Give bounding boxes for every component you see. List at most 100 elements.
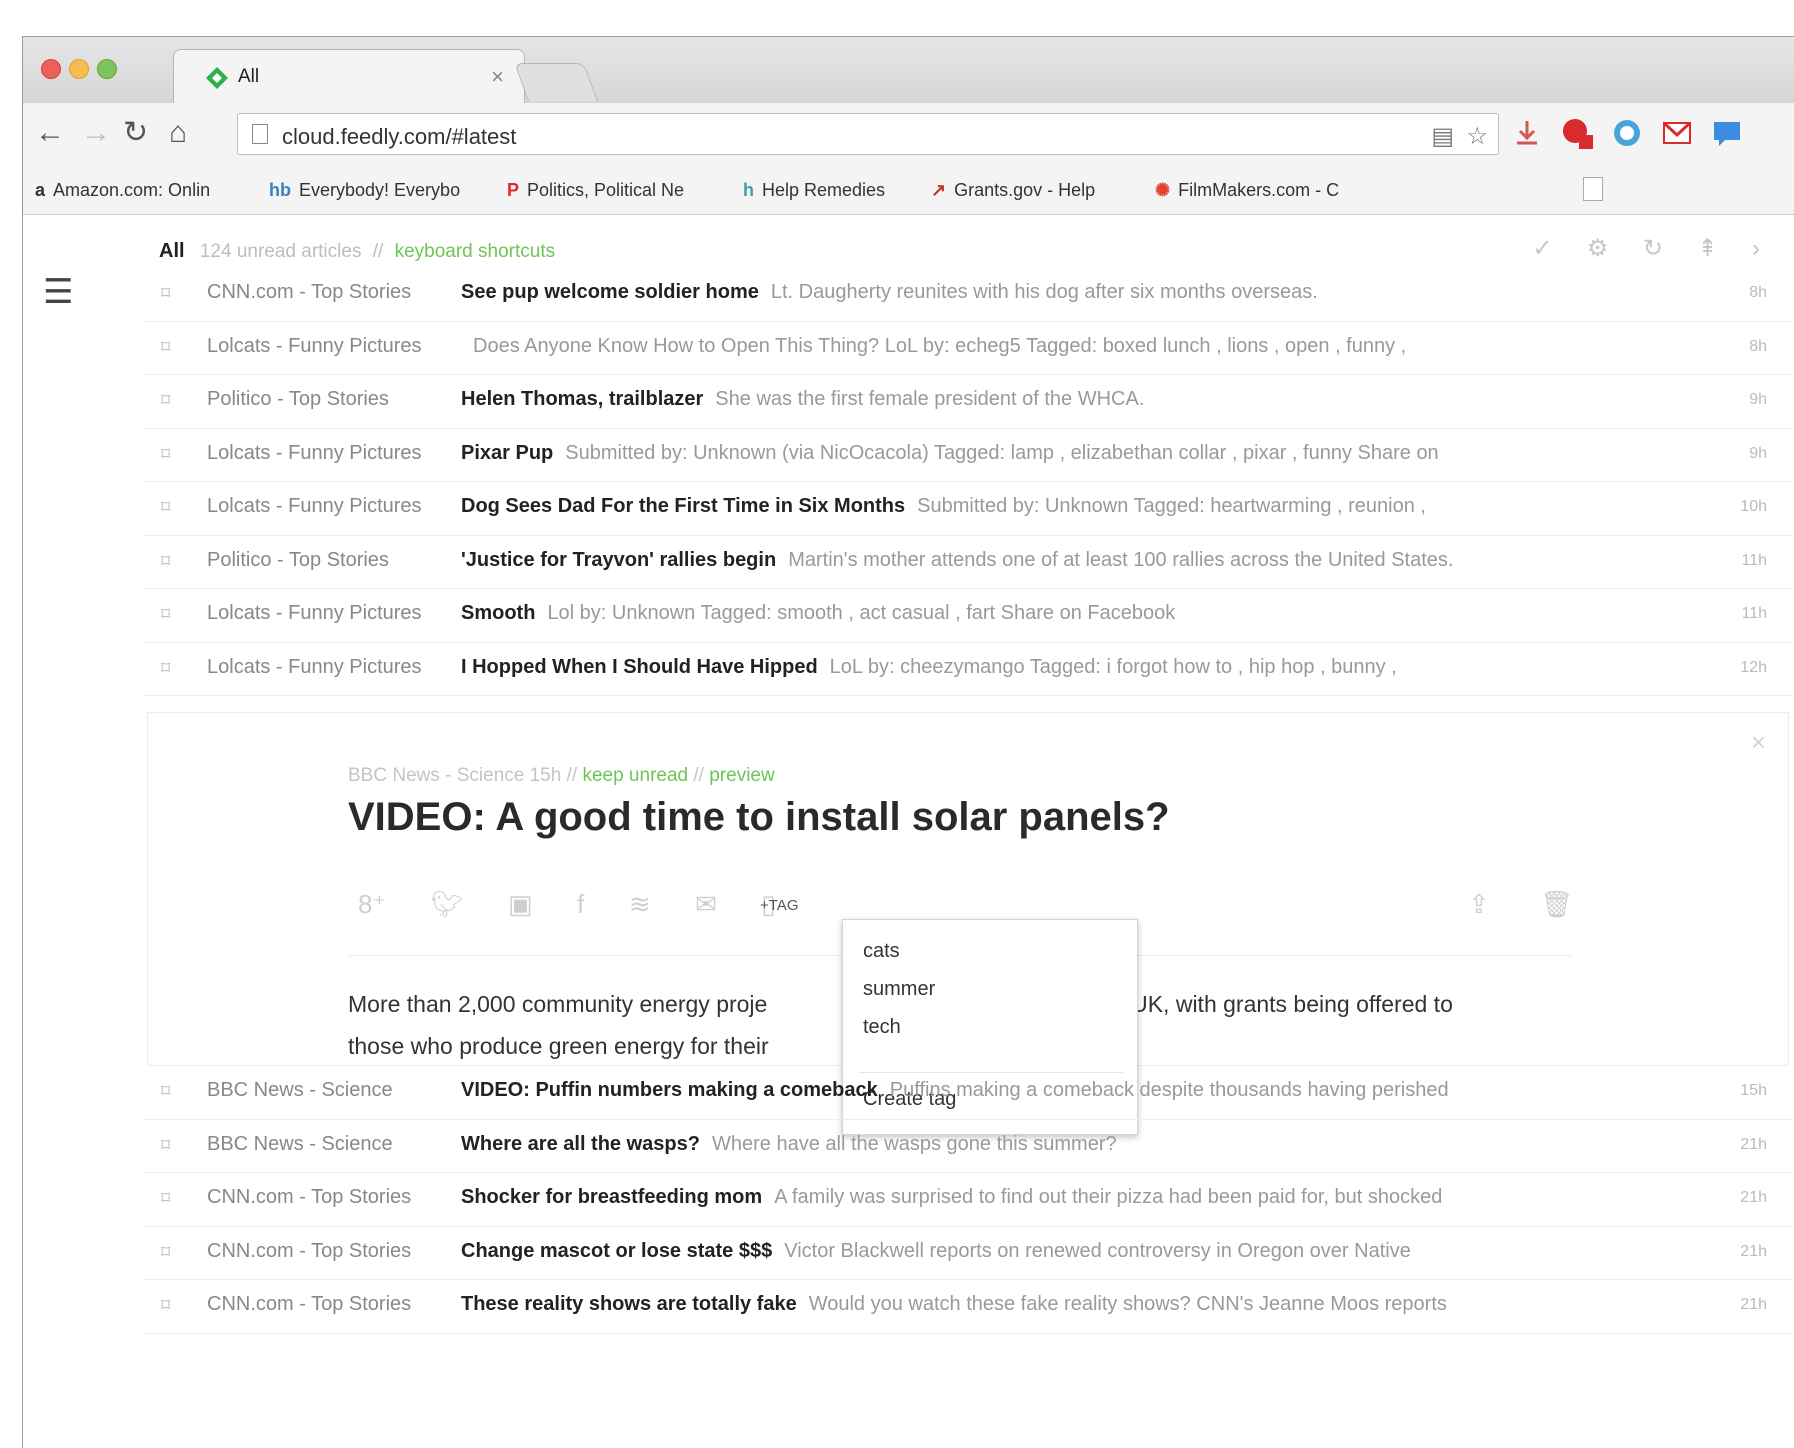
bookmark-icon[interactable]: ⌑ [161, 283, 170, 304]
article-source: Lolcats - Funny Pictures [207, 602, 422, 624]
article-list-bottom: ⌑ BBC News - Science VIDEO: Puffin numbers… [143, 1066, 1793, 1334]
mark-read-icon[interactable]: ✓ [1532, 234, 1552, 263]
article-snippet: She was the first female president of th… [715, 388, 1145, 410]
keyboard-shortcuts-link[interactable]: keyboard shortcuts [395, 241, 556, 262]
forward-arrow-icon[interactable]: → [81, 113, 111, 153]
tag-option[interactable]: tech [863, 1016, 901, 1039]
facebook-icon[interactable]: f [577, 889, 584, 920]
article-summary: Change mascot or lose state $$$ Victor Bl… [461, 1240, 1671, 1263]
article-row[interactable]: ⌑ Lolcats - Funny Pictures Smooth Lol by: U… [143, 589, 1793, 643]
bookmark-icon[interactable]: ⌑ [161, 1188, 170, 1209]
article-summary: VIDEO: Puffin numbers making a comeback P… [461, 1079, 1671, 1102]
article-snippet: Martin's mother attends one of at least … [788, 548, 1454, 571]
feed-header: All 124 unread articles // keyboard shor… [159, 240, 555, 263]
home-icon[interactable]: ⌂ [169, 113, 187, 153]
bookmark-icon[interactable]: ⌑ [161, 604, 170, 625]
compass-extension-icon[interactable] [1611, 117, 1643, 149]
close-article-icon[interactable]: × [1751, 727, 1766, 758]
settings-icon[interactable]: ⚙ [1587, 234, 1609, 263]
refresh-icon[interactable]: ↻ [1643, 234, 1663, 263]
tag-option[interactable]: summer [863, 978, 935, 1001]
article-actions: ⇪ 🗑︎ [1468, 889, 1619, 920]
linkedin-icon[interactable]: ▣ [508, 889, 533, 920]
politico-icon: P [507, 180, 520, 200]
bookmark-item[interactable]: a Amazon.com: Onlin [35, 180, 210, 201]
menu-icon[interactable]: ☰ [43, 272, 73, 312]
buffer-icon[interactable]: ≋ [629, 889, 651, 920]
article-row[interactable]: ⌑ Lolcats - Funny Pictures I Hopped When I… [143, 643, 1793, 696]
back-arrow-icon[interactable]: ← [35, 113, 65, 153]
bookmark-item[interactable]: h Help Remedies [743, 180, 885, 201]
bookmark-icon[interactable]: ⌑ [161, 337, 170, 358]
chat-extension-icon[interactable] [1711, 117, 1743, 149]
article-title: Pixar Pup [461, 441, 554, 464]
reload-icon[interactable]: ↻ [123, 113, 148, 153]
article-row[interactable]: ⌑ BBC News - Science VIDEO: Puffin numbers… [143, 1066, 1793, 1120]
article-age: 11h [1741, 551, 1767, 569]
bookmark-icon[interactable]: ⌑ [161, 1242, 170, 1263]
article-source: CNN.com - Top Stories [207, 1186, 412, 1208]
page-action-icon[interactable]: ▤ [1431, 122, 1454, 151]
article-row[interactable]: ⌑ CNN.com - Top Stories Change mascot or l… [143, 1227, 1793, 1280]
bookmark-item[interactable]: ✺ FilmMakers.com - C [1155, 180, 1339, 201]
article-age: 21h [1740, 1135, 1767, 1153]
next-icon[interactable]: › [1752, 235, 1760, 263]
zoom-window-button[interactable] [97, 59, 117, 79]
share-icon[interactable]: ⇪ [1468, 889, 1490, 920]
bookmark-icon[interactable]: ⌑ [161, 658, 170, 679]
article-row[interactable]: ⌑ CNN.com - Top Stories These reality show… [143, 1280, 1793, 1334]
article-snippet: Does Anyone Know How to Open This Thing?… [473, 334, 1407, 357]
article-row[interactable]: ⌑ CNN.com - Top Stories Shocker for breast… [143, 1173, 1793, 1227]
article-row[interactable]: ⌑ Lolcats - Funny Pictures Dog Sees Dad Fo… [143, 482, 1793, 536]
article-title: Helen Thomas, trailblazer [461, 388, 704, 410]
article-title: 'Justice for Trayvon' rallies begin [461, 548, 777, 571]
trash-icon[interactable]: 🗑︎ [1540, 889, 1573, 920]
bookmark-item[interactable]: ↗ Grants.gov - Help [931, 180, 1095, 201]
article-title: VIDEO: Puffin numbers making a comeback [461, 1079, 878, 1101]
browser-toolbar: ← → ↻ ⌂ cloud.feedly.com/#latest ▤ ☆ [23, 103, 1794, 165]
bookmark-icon[interactable]: ⌑ [161, 444, 170, 465]
new-tab-button[interactable] [514, 63, 598, 101]
article-row[interactable]: ⌑ Lolcats - Funny Pictures Pixar Pup Submit… [143, 429, 1793, 482]
extension-badge-icon[interactable] [1561, 117, 1593, 149]
bookmark-item[interactable]: hb Everybody! Everybo [269, 180, 460, 201]
bookmark-icon[interactable]: ⌑ [161, 1081, 170, 1102]
bookmark-icon[interactable]: ⌑ [161, 1135, 170, 1156]
article-row[interactable]: ⌑ BBC News - Science Where are all the was… [143, 1120, 1793, 1173]
article-row[interactable]: ⌑ Politico - Top Stories 'Justice for Tray… [143, 536, 1793, 589]
bookmark-icon[interactable]: ⌑ [161, 1295, 170, 1316]
article-row[interactable]: ⌑ CNN.com - Top Stories See pup welcome so… [143, 268, 1793, 322]
browser-tab[interactable]: All × [173, 49, 525, 103]
unread-count: 124 unread articles [199, 241, 362, 262]
article-row[interactable]: ⌑ Politico - Top Stories Helen Thomas, tra… [143, 375, 1793, 429]
star-icon[interactable]: ☆ [1466, 122, 1488, 151]
preview-link[interactable]: preview [709, 765, 774, 786]
keep-unread-link[interactable]: keep unread [582, 765, 688, 786]
twitter-icon[interactable]: 🐦︎ [431, 889, 464, 920]
article-row[interactable]: ⌑ Lolcats - Funny Pictures Does Anyone Kno… [143, 322, 1793, 375]
close-window-button[interactable] [41, 59, 61, 79]
minimize-window-button[interactable] [69, 59, 89, 79]
article-title: Where are all the wasps? [461, 1132, 700, 1155]
tab-title: All [238, 66, 260, 87]
tab-close-icon[interactable]: × [491, 64, 504, 90]
tag-option[interactable]: cats [863, 940, 900, 963]
gmail-extension-icon[interactable] [1661, 117, 1693, 149]
article-title: Smooth [461, 602, 536, 624]
google-plus-icon[interactable]: 8⁺ [358, 889, 386, 920]
article-snippet: Lol by: Unknown Tagged: smooth , act cas… [547, 602, 1176, 624]
other-bookmarks-icon[interactable] [1583, 177, 1603, 201]
bookmark-item[interactable]: P Politics, Political Ne [507, 180, 684, 201]
add-tag-button[interactable]: +TAG [760, 897, 798, 914]
download-extension-icon[interactable] [1511, 117, 1543, 149]
scroll-top-icon[interactable]: ⇞ [1697, 234, 1717, 263]
bookmark-icon[interactable]: ⌑ [161, 551, 170, 572]
email-icon[interactable]: ✉ [695, 889, 717, 920]
article-age: 11h [1741, 605, 1767, 622]
article-title[interactable]: VIDEO: A good time to install solar pane… [348, 795, 1170, 840]
address-bar[interactable]: cloud.feedly.com/#latest ▤ ☆ [237, 113, 1499, 155]
bookmark-icon[interactable]: ⌑ [161, 390, 170, 411]
bookmark-icon[interactable]: ⌑ [161, 497, 170, 518]
article-meta: BBC News - Science 15h // keep unread //… [348, 765, 775, 787]
article-source: Lolcats - Funny Pictures [207, 441, 422, 464]
